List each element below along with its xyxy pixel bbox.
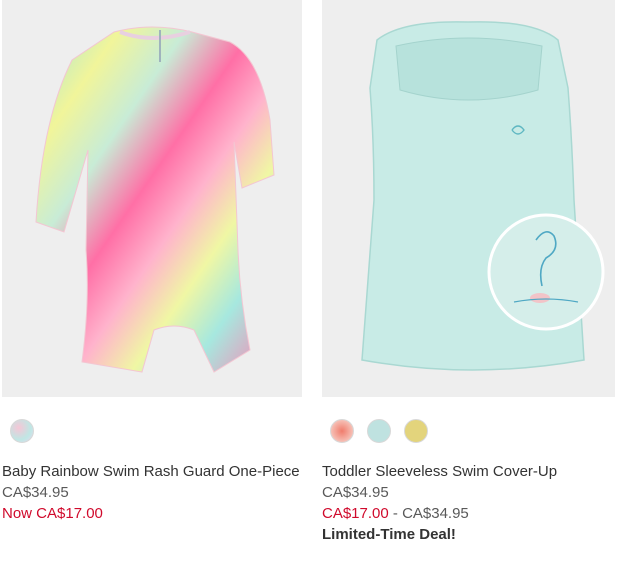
swatch-rainbow[interactable] [10, 419, 34, 443]
product-image[interactable] [2, 0, 302, 397]
range-separator: - [388, 505, 403, 522]
product-image[interactable] [322, 0, 615, 397]
rash-guard-image-icon [35, 26, 275, 373]
product-price: CA$34.95 [2, 484, 69, 501]
product-price: CA$34.95 [322, 484, 389, 501]
sale-range: CA$17.00 - CA$34.95 [322, 503, 615, 524]
color-swatches [322, 419, 615, 443]
swatch-mint[interactable] [367, 419, 391, 443]
sale-price: Now CA$17.00 [2, 505, 103, 522]
product-name[interactable]: Toddler Sleeveless Swim Cover-Up [322, 461, 615, 482]
sale-low-price: CA$17.00 [322, 505, 389, 522]
product-card[interactable]: Baby Rainbow Swim Rash Guard One-Piece C… [2, 0, 302, 524]
product-name[interactable]: Baby Rainbow Swim Rash Guard One-Piece [2, 461, 302, 482]
swatch-yellow[interactable] [404, 419, 428, 443]
sale-high-price: CA$34.95 [402, 505, 469, 522]
color-swatches [2, 419, 302, 443]
deal-badge: Limited-Time Deal! [322, 526, 456, 543]
swatch-coral[interactable] [330, 419, 354, 443]
product-card[interactable]: Toddler Sleeveless Swim Cover-Up CA$34.9… [322, 0, 615, 545]
cover-up-image-icon [361, 21, 605, 371]
